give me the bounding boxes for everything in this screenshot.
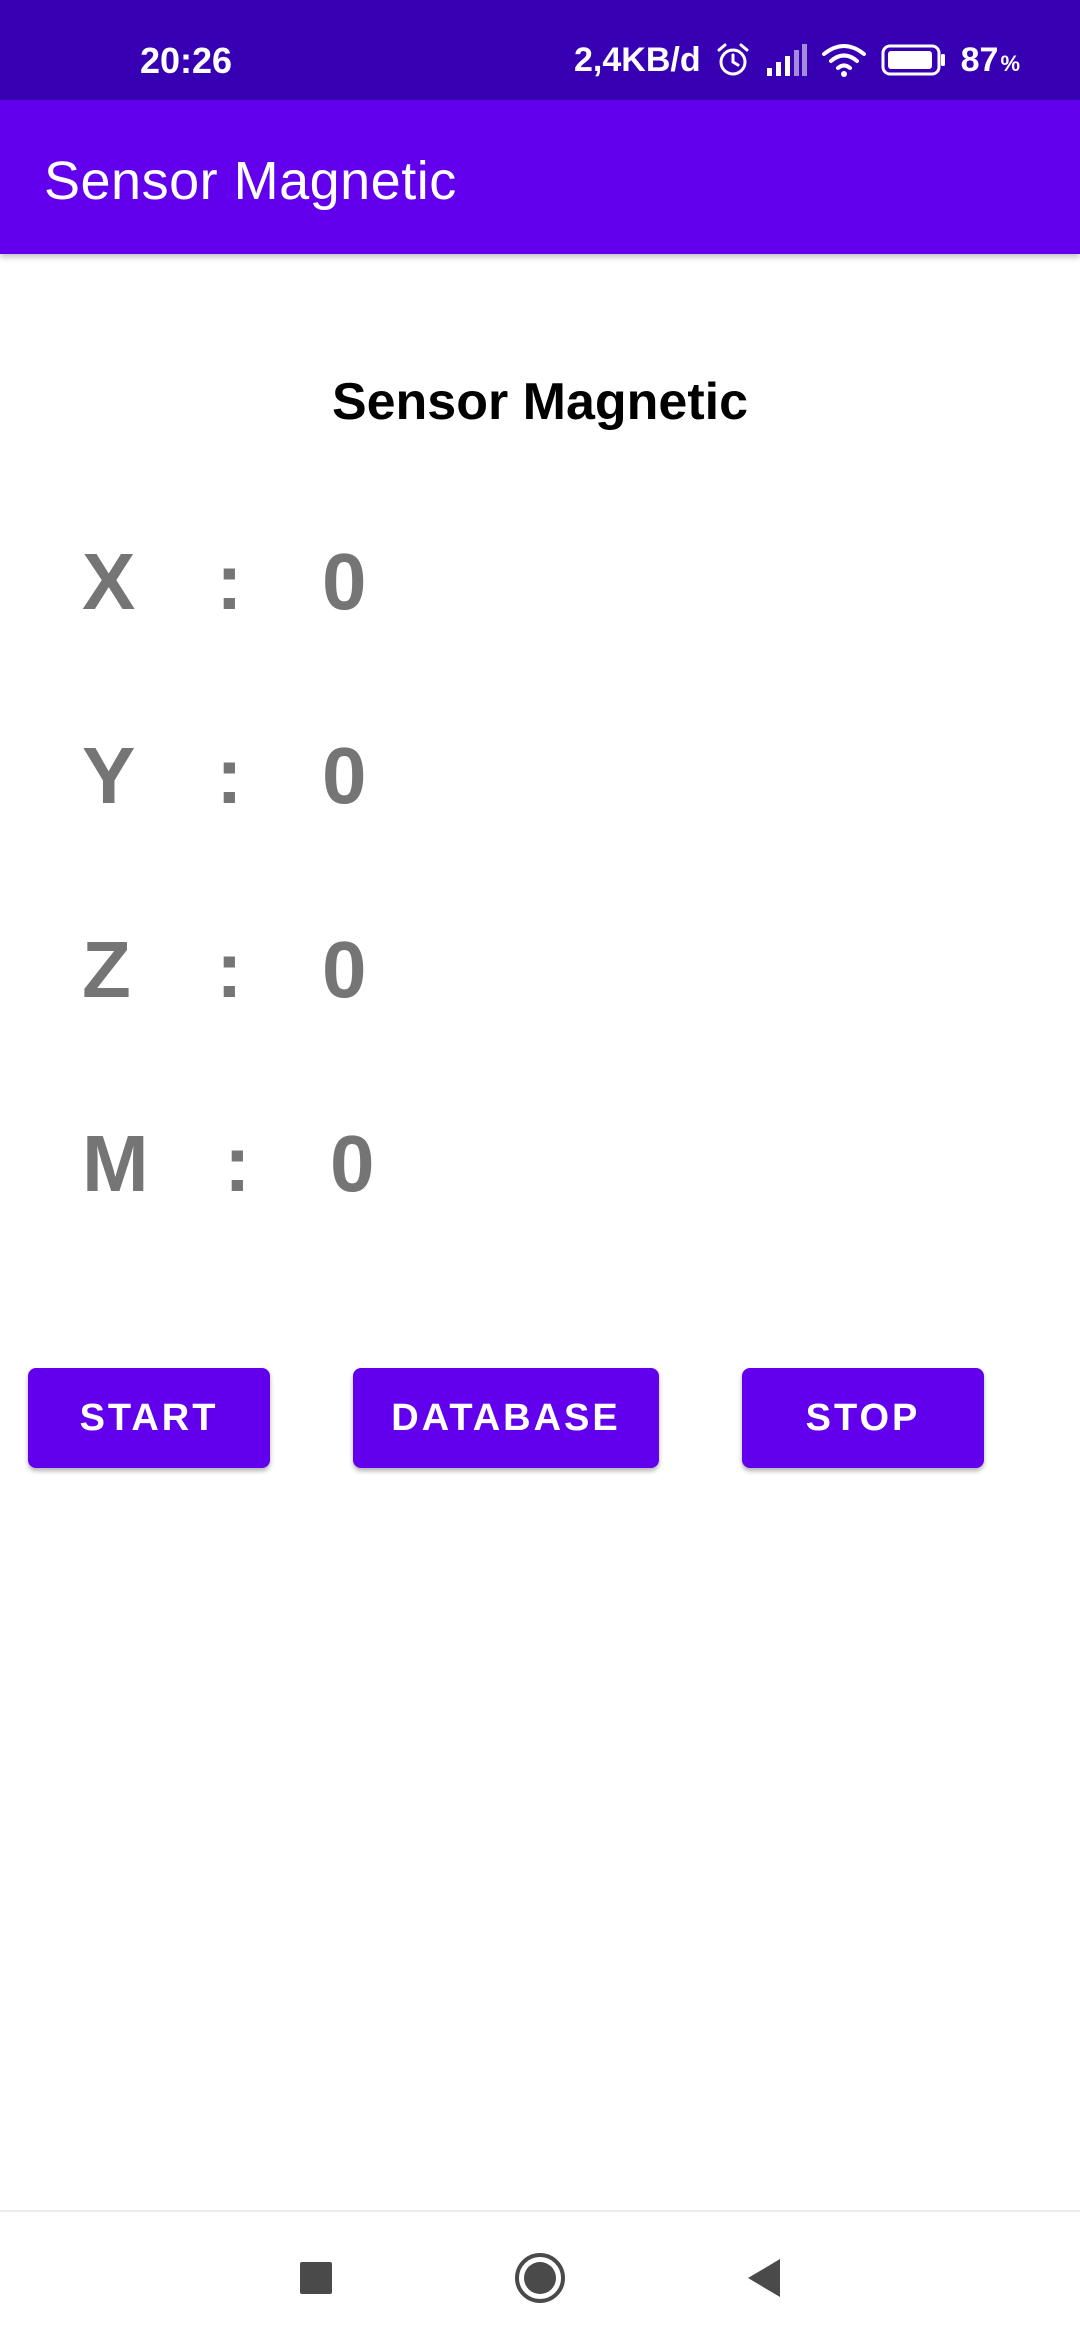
status-time: 20:26 bbox=[140, 40, 233, 81]
start-button[interactable]: START bbox=[28, 1368, 270, 1468]
axis-label-m: M bbox=[82, 1119, 149, 1208]
network-speed: 2,4KB/d bbox=[574, 40, 701, 79]
separator: : bbox=[216, 731, 243, 820]
reading-row-z: Z : 0 bbox=[0, 924, 1080, 1034]
status-icons: 2,4KB/d 87 % bbox=[574, 38, 1020, 82]
battery-icon bbox=[881, 44, 947, 76]
back-icon[interactable] bbox=[734, 2248, 794, 2308]
axis-label-z: Z bbox=[82, 925, 131, 1014]
app-bar: Sensor Magnetic bbox=[0, 100, 1080, 254]
battery-unit: % bbox=[1000, 50, 1020, 76]
reading-row-x: X : 0 bbox=[0, 536, 1080, 646]
value-y: 0 bbox=[322, 731, 367, 820]
page-heading: Sensor Magnetic bbox=[331, 373, 749, 431]
alarm-icon bbox=[715, 42, 751, 78]
database-button[interactable]: DATABASE bbox=[353, 1368, 659, 1468]
signal-icon bbox=[765, 44, 807, 76]
reading-row-y: Y : 0 bbox=[0, 730, 1080, 840]
navigation-bar bbox=[0, 2210, 1080, 2340]
value-x: 0 bbox=[322, 537, 367, 626]
axis-label-x: X bbox=[82, 537, 136, 626]
status-bar: 20:26 2,4KB/d 87 % bbox=[0, 0, 1080, 100]
screen: 20:26 2,4KB/d 87 % Sensor Magnetic Senso… bbox=[0, 0, 1080, 2340]
wifi-icon bbox=[821, 42, 867, 78]
value-m: 0 bbox=[330, 1119, 375, 1208]
battery-value: 87 bbox=[960, 40, 999, 79]
battery-percentage: 87 % bbox=[961, 41, 1020, 80]
separator: : bbox=[216, 537, 243, 626]
app-title: Sensor Magnetic bbox=[44, 151, 457, 211]
reading-row-m: M : 0 bbox=[0, 1118, 1080, 1228]
recents-icon[interactable] bbox=[286, 2248, 346, 2308]
separator: : bbox=[216, 925, 243, 1014]
axis-label-y: Y bbox=[82, 731, 136, 820]
stop-button[interactable]: STOP bbox=[742, 1368, 984, 1468]
value-z: 0 bbox=[322, 925, 367, 1014]
separator: : bbox=[224, 1119, 251, 1208]
home-icon[interactable] bbox=[510, 2248, 570, 2308]
